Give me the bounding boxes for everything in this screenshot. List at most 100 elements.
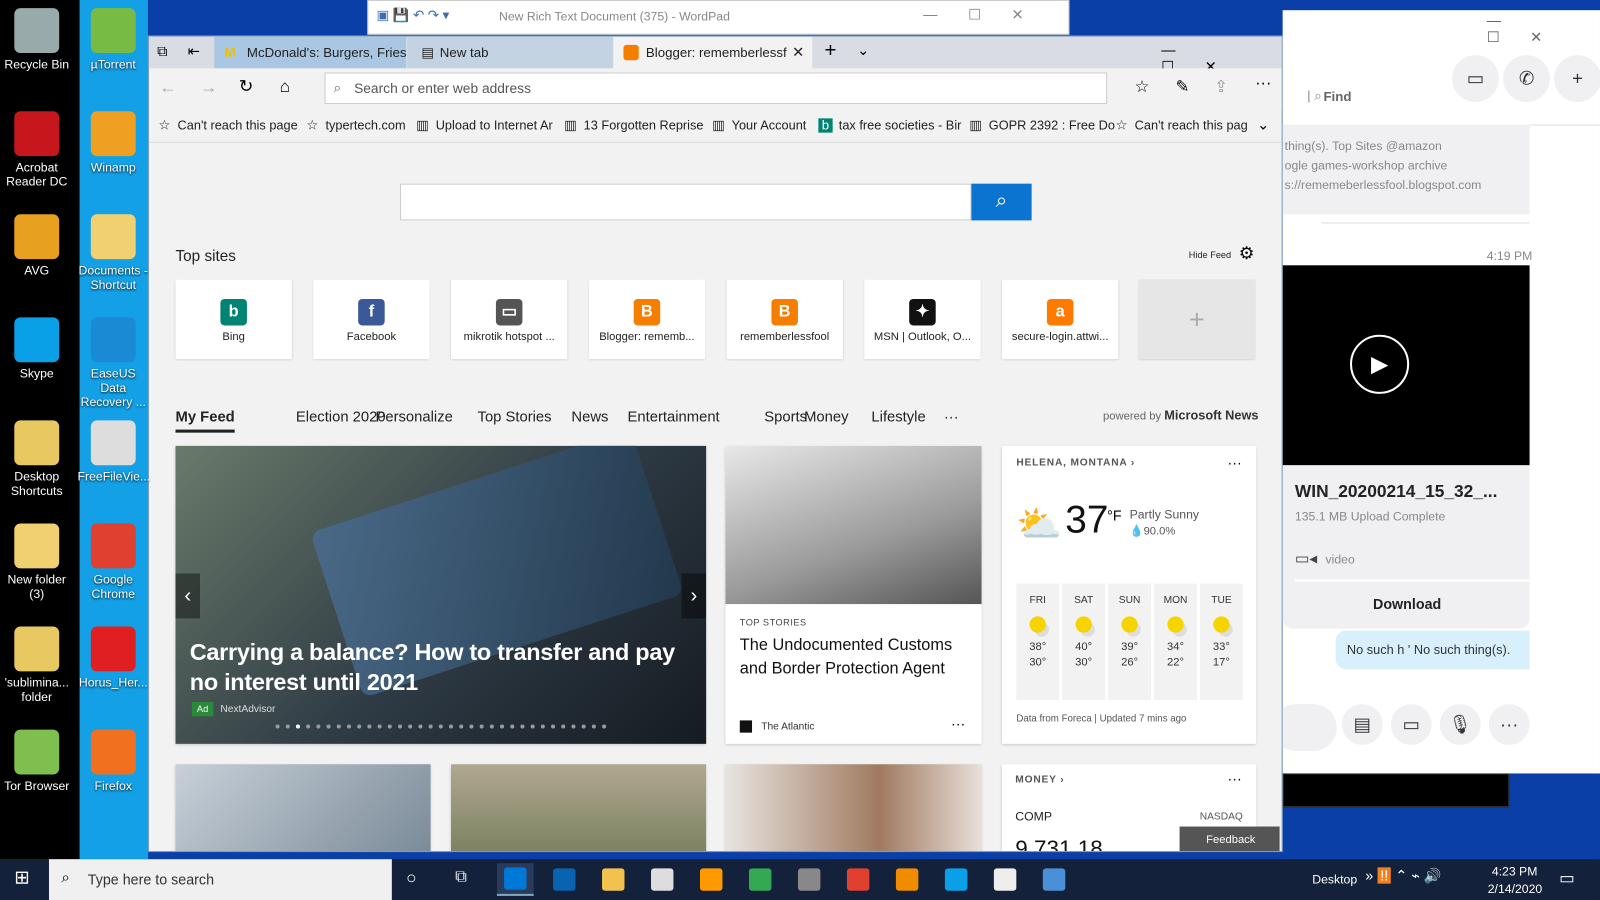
cortana-icon[interactable]: ○: [406, 868, 416, 888]
forecast-day[interactable]: SUN 39° 26°: [1108, 583, 1152, 700]
message-line[interactable]: s://rememeberlessfool.blogspot.com: [1285, 176, 1530, 195]
carousel-dot[interactable]: [397, 724, 403, 729]
carousel-dot[interactable]: [540, 724, 545, 729]
feed-tab[interactable]: Top Stories: [478, 407, 552, 427]
more-icon[interactable]: ···: [1255, 74, 1271, 92]
taskbar-app[interactable]: [791, 863, 828, 896]
carousel-dot[interactable]: [295, 724, 300, 729]
carousel-dot[interactable]: [469, 724, 474, 729]
tab-list-chevron-icon[interactable]: ⌄: [857, 42, 869, 59]
audio-call-button[interactable]: ✆: [1503, 55, 1550, 103]
taskbar-app[interactable]: [889, 863, 926, 896]
favorite-item[interactable]: ▥ GOPR 2392 : Free Do: [968, 109, 1115, 142]
forecast-day[interactable]: SAT 40° 30°: [1062, 583, 1106, 700]
close-tab-icon[interactable]: ✕: [792, 37, 804, 69]
carousel-dot[interactable]: [336, 724, 341, 729]
desktop-icon[interactable]: Desktop Shortcuts: [1, 420, 72, 498]
taskbar-app[interactable]: [496, 863, 534, 896]
web-search-box[interactable]: [399, 183, 972, 221]
favorites-chevron-icon[interactable]: ⌄: [1257, 116, 1269, 133]
skype-window[interactable]: —☐✕ | ⌕ Find ▭ ✆ + thing(s). Top Sites @…: [1272, 10, 1600, 774]
tab-blogger[interactable]: Blogger: rememberlessf ✕: [613, 36, 813, 69]
hero-title[interactable]: Carrying a balance? How to transfer and …: [190, 638, 690, 697]
favorite-item[interactable]: b tax free societies - Bir: [818, 109, 961, 142]
video-preview[interactable]: ▶: [1282, 265, 1530, 466]
top-site-tile[interactable]: Brememberlessfool: [726, 279, 843, 360]
weather-location[interactable]: HELENA, MONTANA ›: [1016, 457, 1135, 468]
desktop-icon[interactable]: 'sublimina... folder: [1, 626, 72, 705]
taskbar-app[interactable]: [987, 863, 1024, 896]
skype-window-controls[interactable]: —☐✕: [1487, 12, 1600, 46]
set-aside-tabs-icon[interactable]: ⇤: [188, 43, 200, 60]
refresh-icon[interactable]: ↻: [239, 77, 254, 97]
favorite-item[interactable]: ▥ 13 Forgotten Reprise: [563, 109, 703, 142]
feed-tab[interactable]: Sports: [764, 407, 807, 427]
feed-tab[interactable]: My Feed: [175, 407, 235, 433]
carousel-dot[interactable]: [561, 724, 566, 729]
carousel-dot[interactable]: [377, 724, 382, 729]
carousel-dot[interactable]: [510, 724, 515, 729]
carousel-dot[interactable]: [448, 724, 454, 729]
taskbar-app[interactable]: [546, 863, 583, 896]
forecast-day[interactable]: FRI 38° 30°: [1016, 583, 1060, 700]
favorite-item[interactable]: ☆ Can't reach this pag: [1114, 109, 1247, 142]
carousel-dot[interactable]: [316, 724, 321, 729]
forecast-day[interactable]: TUE 33° 17°: [1199, 583, 1243, 700]
clock-time[interactable]: 4:23 PM: [1492, 864, 1538, 878]
carousel-dot[interactable]: [408, 724, 413, 729]
tab-preview-icon[interactable]: ⧉: [157, 43, 167, 60]
carousel-dot[interactable]: [367, 724, 372, 729]
desktop-icon[interactable]: Skype: [1, 317, 72, 381]
desktop-icon[interactable]: EaseUS Data Recovery ...: [78, 317, 149, 409]
address-bar[interactable]: ⌕ Search or enter web address: [324, 72, 1108, 105]
article-memorial[interactable]: [451, 764, 707, 852]
carousel-dot[interactable]: [428, 724, 433, 729]
home-icon[interactable]: ⌂: [280, 77, 290, 97]
carousel-dot[interactable]: [459, 724, 464, 729]
feed-tab[interactable]: News: [571, 407, 608, 427]
desktop-icon[interactable]: Recycle Bin: [1, 8, 72, 71]
wordpad-window[interactable]: New Rich Text Document (375) - WordPad ▣…: [367, 0, 1070, 35]
favorites-icon[interactable]: ☆: [1135, 77, 1150, 97]
favorite-item[interactable]: ☆ Can't reach this page: [157, 109, 297, 142]
system-tray-icons[interactable]: » !! ⌃ ⌁ 🔊: [1365, 867, 1442, 884]
story-title[interactable]: The Undocumented Customs and Border Prot…: [740, 634, 975, 681]
carousel-dot[interactable]: [489, 724, 494, 729]
feed-tab[interactable]: Money: [804, 407, 848, 427]
favorite-item[interactable]: ☆ typertech.com: [305, 109, 405, 142]
feed-tab[interactable]: Lifestyle: [871, 407, 925, 427]
share-icon[interactable]: ⇪: [1214, 77, 1228, 97]
carousel-dot[interactable]: [418, 724, 423, 729]
money-more-icon[interactable]: ···: [1228, 770, 1242, 786]
carousel-dot[interactable]: [306, 724, 311, 729]
carousel-dot[interactable]: [479, 724, 484, 729]
feed-tab[interactable]: Entertainment: [628, 407, 720, 427]
carousel-dot[interactable]: [285, 724, 290, 729]
desktop-icon[interactable]: FreeFileVie...: [78, 420, 150, 484]
feed-tab[interactable]: Personalize: [359, 407, 453, 427]
desktop-icon[interactable]: µTorrent: [78, 8, 149, 71]
carousel-dot[interactable]: [551, 724, 556, 729]
desktop-icon[interactable]: Firefox: [78, 729, 149, 793]
forward-icon[interactable]: →: [200, 78, 217, 98]
carousel-dot[interactable]: [591, 724, 596, 729]
add-site-tile[interactable]: +: [1138, 279, 1256, 360]
top-site-tile[interactable]: ▭ mikrotik hotspot ...: [451, 279, 568, 360]
hide-feed-button[interactable]: Hide Feed: [1189, 250, 1231, 260]
favorite-item[interactable]: ▥ Your Account: [711, 109, 806, 142]
tab-mcdonalds[interactable]: M McDonald's: Burgers, Fries &: [214, 36, 407, 69]
carousel-dot[interactable]: [346, 724, 352, 729]
carousel-dot[interactable]: [581, 724, 586, 729]
weather-card[interactable]: HELENA, MONTANA › ··· ⛅ 37 °F Partly Sun…: [1002, 445, 1257, 744]
clock-date[interactable]: 2/14/2020: [1488, 882, 1542, 896]
carousel-dot[interactable]: [326, 724, 331, 729]
carousel-dot[interactable]: [530, 724, 535, 729]
taskbar-app[interactable]: [938, 863, 975, 896]
story-more-icon[interactable]: ···: [951, 715, 965, 731]
top-site-tile[interactable]: f Facebook: [313, 279, 430, 360]
contact-card-button[interactable]: ▭: [1390, 704, 1432, 745]
carousel-dot[interactable]: [357, 724, 362, 729]
more-options-button[interactable]: ···: [1488, 704, 1530, 745]
carousel-dot[interactable]: [602, 724, 607, 729]
story-card[interactable]: TOP STORIES The Undocumented Customs and…: [725, 445, 982, 744]
